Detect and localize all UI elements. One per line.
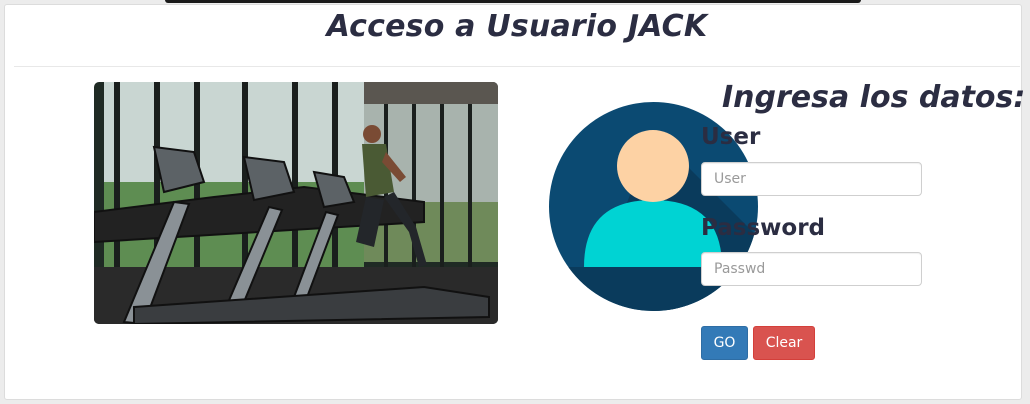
password-input[interactable] <box>701 252 922 286</box>
clear-button[interactable]: Clear <box>753 326 815 360</box>
form-heading: Ingresa los datos: <box>722 80 1026 115</box>
user-label: User <box>701 124 761 150</box>
go-button[interactable]: GO <box>701 326 748 360</box>
gym-treadmill-photo <box>94 82 498 324</box>
top-decoration-bar <box>165 0 861 3</box>
user-input[interactable] <box>701 162 922 196</box>
header-divider <box>14 66 1020 67</box>
page-title: Acceso a Usuario JACK <box>326 9 708 44</box>
password-label: Password <box>701 215 825 241</box>
